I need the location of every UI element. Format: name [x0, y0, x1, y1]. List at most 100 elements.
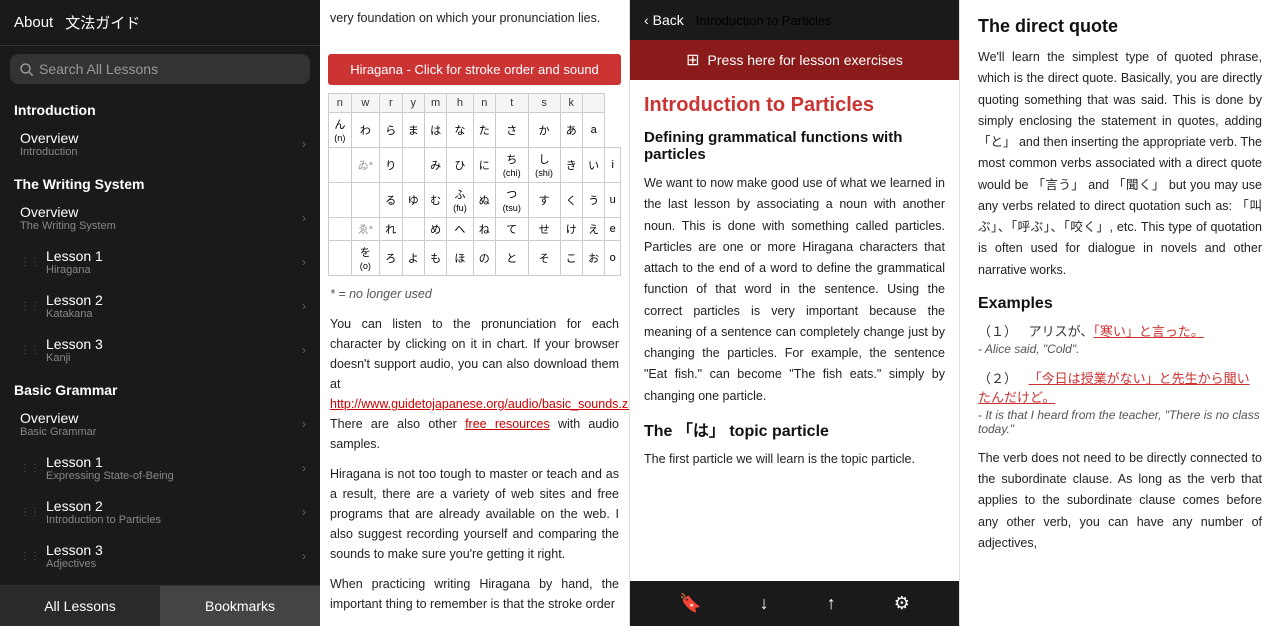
col-header: k: [560, 94, 582, 113]
kana-cell: o: [605, 241, 621, 276]
example-2: （２） 「今日は授業がない」と先生から聞いたんだけど。 - It is that…: [978, 368, 1262, 436]
kana-cell[interactable]: ね: [473, 218, 495, 241]
scroll-down-icon[interactable]: ↓: [760, 593, 769, 614]
paragraph-hiragana-1: Hiragana is not too tough to master or t…: [330, 464, 619, 564]
no-longer-used-note: * = no longer used: [330, 284, 619, 304]
kana-cell[interactable]: ほ: [447, 241, 473, 276]
kana-cell[interactable]: を(o): [351, 241, 379, 276]
nav-label: Lesson 3: [46, 336, 302, 352]
lesson-header-title: Introduction to Particles: [696, 13, 832, 28]
kana-cell[interactable]: い: [582, 148, 604, 183]
example-link-2[interactable]: 「今日は授業がない」と先生から聞いたんだけど。: [978, 371, 1250, 405]
nav-item-writing-overview[interactable]: Overview The Writing System ›: [0, 196, 320, 240]
kana-cell[interactable]: る: [380, 183, 402, 218]
col-header: s: [528, 94, 560, 113]
nav-label: Overview: [20, 204, 302, 220]
kana-cell[interactable]: な: [447, 113, 473, 148]
kana-cell[interactable]: ろ: [380, 241, 402, 276]
kana-cell[interactable]: わ: [351, 113, 379, 148]
example-num-2: （２）: [978, 371, 1017, 386]
chevron-right-icon: ›: [302, 461, 306, 475]
nav-item-lesson2-particles[interactable]: ⋮⋮ Lesson 2 Introduction to Particles ›: [0, 490, 320, 534]
kana-cell[interactable]: ぬ: [473, 183, 495, 218]
kana-cell[interactable]: ち(chi): [495, 148, 528, 183]
kana-cell[interactable]: せ: [528, 218, 560, 241]
kana-cell[interactable]: し(shi): [528, 148, 560, 183]
kana-cell[interactable]: む: [424, 183, 446, 218]
kana-cell[interactable]: ゑ*: [351, 218, 379, 241]
kana-cell[interactable]: り: [380, 148, 402, 183]
nav-item-lesson2-katakana[interactable]: ⋮⋮ Lesson 2 Katakana ›: [0, 284, 320, 328]
paragraph-hiragana-2: When practicing writing Hiragana by hand…: [330, 574, 619, 614]
nav-item-lesson1-state[interactable]: ⋮⋮ Lesson 1 Expressing State-of-Being ›: [0, 446, 320, 490]
kana-cell[interactable]: さ: [495, 113, 528, 148]
kana-cell[interactable]: ゐ*: [351, 148, 379, 183]
all-lessons-button[interactable]: All Lessons: [0, 586, 160, 626]
scroll-up-icon[interactable]: ↑: [827, 593, 836, 614]
drag-handle-icon: ⋮⋮: [20, 257, 40, 268]
nav-item-grammar-overview[interactable]: Overview Basic Grammar ›: [0, 402, 320, 446]
bookmark-icon[interactable]: 🔖: [679, 593, 701, 614]
nav-sublabel: Introduction: [20, 146, 302, 158]
kana-cell[interactable]: め: [424, 218, 446, 241]
table-row: ゐ* り み ひ に ち(chi) し(shi) き い i: [329, 148, 621, 183]
right-body2: The verb does not need to be directly co…: [978, 448, 1262, 554]
kana-cell[interactable]: へ: [447, 218, 473, 241]
kana-cell[interactable]: こ: [560, 241, 582, 276]
nav-sublabel: Kanji: [46, 352, 302, 364]
kana-cell[interactable]: れ: [380, 218, 402, 241]
free-resources-link[interactable]: free resources: [465, 417, 550, 431]
exercises-bar[interactable]: ⊞ Press here for lesson exercises: [630, 40, 959, 80]
kana-cell[interactable]: か: [528, 113, 560, 148]
kana-cell[interactable]: く: [560, 183, 582, 218]
hiragana-table: n w r y m h n t s k ん(n) わ ら ま は な た: [328, 93, 621, 276]
kana-cell[interactable]: お: [582, 241, 604, 276]
dumbbell-icon: ⊞: [686, 50, 699, 70]
chevron-right-icon: ›: [302, 343, 306, 357]
kana-cell[interactable]: よ: [402, 241, 424, 276]
kana-cell[interactable]: つ(tsu): [495, 183, 528, 218]
nav-item-lesson3-adjectives[interactable]: ⋮⋮ Lesson 3 Adjectives ›: [0, 534, 320, 578]
about-link[interactable]: About: [14, 14, 53, 31]
audio-link[interactable]: http://www.guidetojapanese.org/audio/bas…: [330, 397, 630, 411]
kana-cell[interactable]: て: [495, 218, 528, 241]
kana-cell[interactable]: き: [560, 148, 582, 183]
kana-cell[interactable]: ひ: [447, 148, 473, 183]
nav-label: Overview: [20, 410, 302, 426]
kana-cell[interactable]: は: [424, 113, 446, 148]
kana-cell[interactable]: あ: [560, 113, 582, 148]
example-link-1[interactable]: 「寒い」と言った。: [1093, 324, 1204, 339]
kana-cell[interactable]: う: [582, 183, 604, 218]
kana-cell[interactable]: ゆ: [402, 183, 424, 218]
kana-cell[interactable]: み: [424, 148, 446, 183]
chevron-right-icon: ›: [302, 255, 306, 269]
nav-item-lesson3-kanji[interactable]: ⋮⋮ Lesson 3 Kanji ›: [0, 328, 320, 372]
kana-cell[interactable]: と: [495, 241, 528, 276]
kana-cell[interactable]: に: [473, 148, 495, 183]
kana-cell[interactable]: ん(n): [329, 113, 352, 148]
kana-cell[interactable]: え: [582, 218, 604, 241]
example-jp-1: （１） アリスが、「寒い」と言った。: [978, 321, 1262, 340]
bookmarks-button[interactable]: Bookmarks: [160, 586, 320, 626]
search-bar[interactable]: Search All Lessons: [10, 54, 310, 84]
exercises-label: Press here for lesson exercises: [708, 52, 903, 68]
kana-cell[interactable]: ら: [380, 113, 402, 148]
kana-cell[interactable]: も: [424, 241, 446, 276]
settings-icon[interactable]: ⚙: [894, 593, 910, 614]
nav-sublabel: Introduction to Particles: [46, 514, 302, 526]
kana-cell: [329, 183, 352, 218]
kana-cell[interactable]: そ: [528, 241, 560, 276]
kana-cell[interactable]: ま: [402, 113, 424, 148]
kana-cell[interactable]: け: [560, 218, 582, 241]
kana-cell[interactable]: ふ(fu): [447, 183, 473, 218]
kana-cell[interactable]: た: [473, 113, 495, 148]
hiragana-button[interactable]: Hiragana - Click for stroke order and so…: [328, 54, 621, 85]
nav-item-intro-overview[interactable]: Overview Introduction ›: [0, 122, 320, 166]
drag-handle-icon: ⋮⋮: [20, 345, 40, 356]
kana-cell: [351, 183, 379, 218]
kana-cell[interactable]: の: [473, 241, 495, 276]
kana-cell[interactable]: す: [528, 183, 560, 218]
back-button[interactable]: ‹ Back: [644, 12, 684, 28]
nav-item-lesson1-hiragana[interactable]: ⋮⋮ Lesson 1 Hiragana ›: [0, 240, 320, 284]
drag-handle-icon: ⋮⋮: [20, 551, 40, 562]
